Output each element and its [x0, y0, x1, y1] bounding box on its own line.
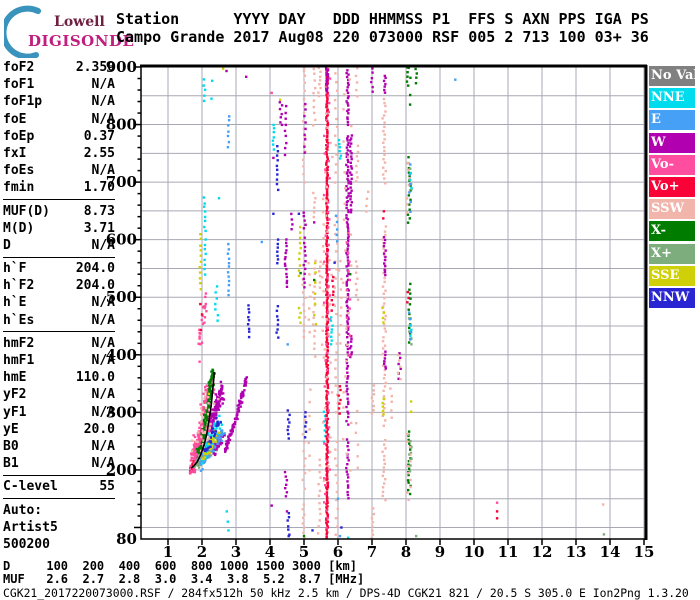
y-tick-label: 500: [106, 288, 137, 306]
legend-item-noval: No Val: [649, 66, 695, 86]
legend-item-x-: X-: [649, 221, 695, 241]
ionogram-plot: 9008007006005004003002008012345678910111…: [0, 0, 700, 600]
legend-item-vo-: Vo-: [649, 155, 695, 175]
legend-item-w: W: [649, 133, 695, 153]
y-tick-label: 800: [106, 116, 137, 134]
x-tick-label: 15: [634, 543, 655, 561]
x-tick-label: 8: [401, 543, 411, 561]
legend-label: No Val: [651, 68, 695, 83]
y-tick-label: 80: [116, 530, 137, 548]
legend-label: SSE: [651, 268, 679, 283]
legend-label: NNW: [651, 290, 689, 305]
legend-item-vo+: Vo+: [649, 177, 695, 197]
x-tick-label: 9: [435, 543, 445, 561]
file-info-row: CGK21_2017220073000.RSF / 284fx512h 50 k…: [3, 586, 689, 600]
legend-label: SSW: [651, 201, 684, 216]
x-tick-label: 10: [464, 543, 485, 561]
y-tick-label: 900: [106, 58, 137, 76]
x-tick-label: 11: [498, 543, 519, 561]
legend-item-nne: NNE: [649, 88, 695, 108]
legend-item-x+: X+: [649, 244, 695, 264]
legend-item-sse: SSE: [649, 266, 695, 286]
x-tick-label: 14: [600, 543, 621, 561]
muf-row: MUF 2.6 2.7 2.8 3.0 3.4 3.8 5.2 8.7 [MHz…: [3, 572, 364, 586]
legend-label: Vo-: [651, 157, 674, 172]
y-tick-label: 200: [106, 461, 137, 479]
legend-label: Vo+: [651, 179, 679, 194]
legend-label: NNE: [651, 90, 685, 105]
legend-item-nnw: NNW: [649, 288, 695, 308]
legend-label: E: [651, 112, 661, 127]
points-layer: [189, 66, 605, 539]
ionogram-page: Lowell DIGISONDE Station YYYY DAY DDD HH…: [0, 0, 700, 600]
y-tick-label: 700: [106, 173, 137, 191]
legend-label: X-: [651, 223, 666, 238]
y-tick-label: 600: [106, 231, 137, 249]
legend-label: X+: [651, 246, 672, 261]
x-tick-label: 7: [367, 543, 377, 561]
distance-row: D 100 200 400 600 800 1000 1500 3000 [km…: [3, 559, 357, 573]
legend-label: W: [651, 135, 666, 150]
y-tick-label: 300: [106, 403, 137, 421]
grid-layer: [141, 66, 646, 539]
echo-direction-legend: No Val NNE EW Vo- Vo+ SSW X- X+ SSE NNW: [649, 66, 695, 310]
legend-item-e: E: [649, 110, 695, 130]
x-tick-label: 13: [566, 543, 587, 561]
y-tick-label: 400: [106, 346, 137, 364]
axis-layer: 9008007006005004003002008012345678910111…: [106, 58, 655, 561]
x-tick-label: 12: [532, 543, 553, 561]
legend-item-ssw: SSW: [649, 199, 695, 219]
